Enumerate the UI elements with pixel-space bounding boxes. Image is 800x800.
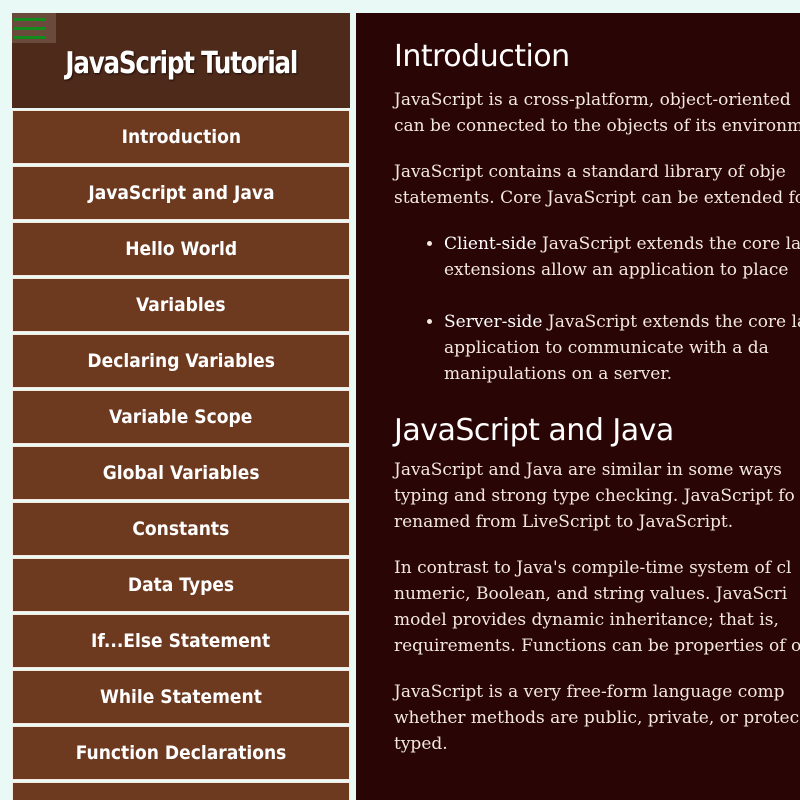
sidebar-item-function-declarations[interactable]: Function Declarations: [12, 726, 350, 780]
sidebar-item-label: Constants: [132, 518, 230, 540]
intro-bullet-list: Client-side JavaScript extends the core …: [394, 231, 800, 387]
sidebar-item-label: While Statement: [100, 686, 262, 708]
main-content: Introduction JavaScript is a cross-platf…: [356, 13, 800, 800]
sidebar-item-label: Introduction: [121, 126, 241, 148]
sidebar-item-if-else-statement[interactable]: If...Else Statement: [12, 614, 350, 668]
sidebar-item-label: Variable Scope: [109, 406, 253, 428]
bullet-server-side: Server-side JavaScript extends the core …: [444, 309, 800, 387]
section-heading-javascript-and-java: JavaScript and Java: [394, 413, 674, 448]
sidebar-item-label: JavaScript and Java: [87, 182, 275, 204]
intro-paragraph-2: JavaScript contains a standard library o…: [394, 162, 800, 208]
sidebar-item-label: Hello World: [125, 238, 237, 260]
java-paragraph-2: In contrast to Java's compile-time syste…: [394, 558, 800, 656]
sidebar-item-label: Data Types: [127, 574, 235, 596]
sidebar-item-constants[interactable]: Constants: [12, 502, 350, 556]
sidebar-header: JavaScript Tutorial: [12, 13, 350, 108]
sidebar-item-javascript-and-java[interactable]: JavaScript and Java: [12, 166, 350, 220]
sidebar-item-data-types[interactable]: Data Types: [12, 558, 350, 612]
sidebar-item-label: Variables: [136, 294, 226, 316]
site-title: JavaScript Tutorial: [65, 46, 298, 81]
sidebar-nav: Introduction JavaScript and Java Hello W…: [12, 110, 350, 800]
sidebar-item-while-statement[interactable]: While Statement: [12, 670, 350, 724]
sidebar-item-introduction[interactable]: Introduction: [12, 110, 350, 164]
intro-paragraph-1: JavaScript is a cross-platform, object-o…: [394, 90, 800, 136]
term-server-side: Server-side: [444, 312, 543, 332]
sidebar-item-declaring-variables[interactable]: Declaring Variables: [12, 334, 350, 388]
sidebar-item-label: Function Declarations: [75, 742, 287, 764]
sidebar-item-variable-scope[interactable]: Variable Scope: [12, 390, 350, 444]
sidebar: JavaScript Tutorial Introduction JavaScr…: [12, 13, 350, 800]
sidebar-item-label: If...Else Statement: [91, 630, 271, 652]
section-heading-introduction: Introduction: [394, 39, 570, 74]
bullet-client-side: Client-side JavaScript extends the core …: [444, 231, 800, 283]
sidebar-item-hello-world[interactable]: Hello World: [12, 222, 350, 276]
java-paragraph-1: JavaScript and Java are similar in some …: [394, 460, 795, 532]
java-paragraph-3: JavaScript is a very free-form language …: [394, 682, 800, 754]
term-client-side: Client-side: [444, 234, 537, 254]
sidebar-item-next[interactable]: [12, 782, 350, 800]
sidebar-item-variables[interactable]: Variables: [12, 278, 350, 332]
sidebar-item-global-variables[interactable]: Global Variables: [12, 446, 350, 500]
hamburger-icon[interactable]: [12, 13, 56, 43]
sidebar-item-label: Global Variables: [102, 462, 260, 484]
sidebar-item-label: Declaring Variables: [87, 350, 275, 372]
